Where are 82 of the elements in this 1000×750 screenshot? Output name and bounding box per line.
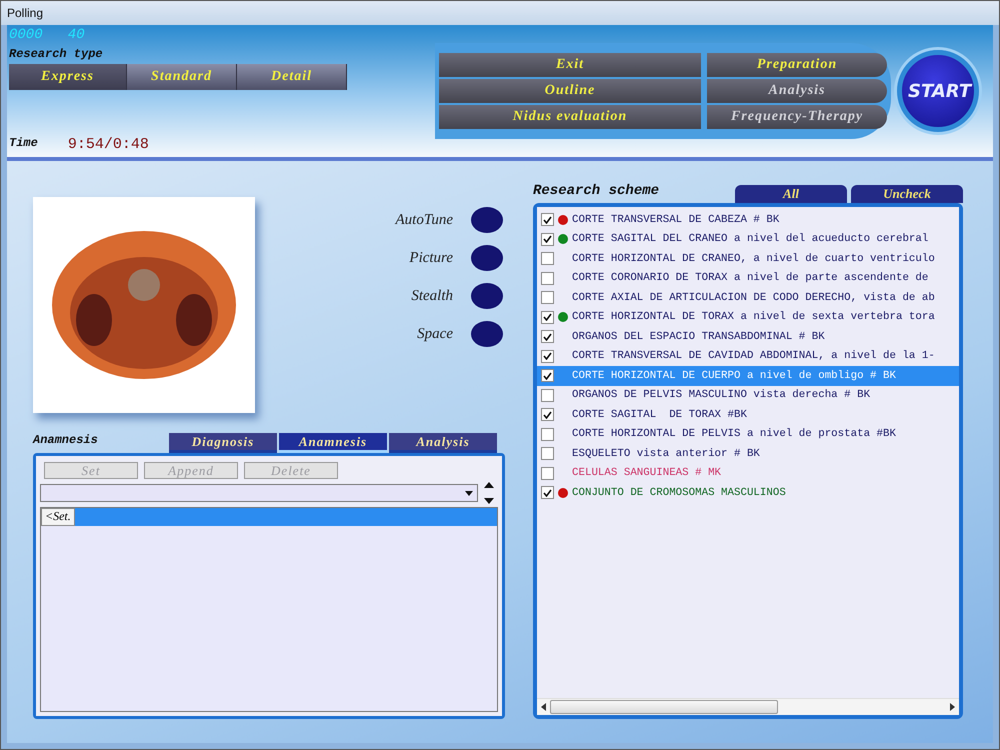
scheme-list-item[interactable]: CORTE TRANSVERSAL DE CAVIDAD ABDOMINAL, a nivel de la 1- bbox=[537, 346, 959, 366]
tab[interactable]: All bbox=[735, 185, 847, 203]
checkbox[interactable] bbox=[541, 252, 554, 266]
item-text: CORTE TRANSVERSAL DE CABEZA # BK bbox=[572, 214, 780, 226]
menu-button[interactable]: Outline bbox=[439, 79, 701, 103]
anamnesis-label: Anamnesis bbox=[33, 433, 98, 447]
checkbox[interactable] bbox=[541, 428, 554, 441]
toggle-button[interactable] bbox=[471, 283, 503, 309]
item-text: CORTE SAGITAL DEL CRANEO a nivel del acueducto cerebral bbox=[572, 233, 928, 246]
checkbox[interactable] bbox=[541, 388, 554, 402]
checkbox[interactable] bbox=[541, 350, 554, 363]
up-arrow-icon[interactable] bbox=[484, 482, 494, 488]
research-type-label: Research type bbox=[9, 47, 103, 61]
scheme-list-item[interactable]: CORTE HORIZONTAL DE CRANEO, a nivel de cuarto ventriculo bbox=[537, 249, 959, 268]
toggle-label: Space bbox=[417, 326, 453, 342]
scheme-list-item[interactable]: CORTE TRANSVERSAL DE CABEZA # BK bbox=[537, 210, 959, 230]
checkbox[interactable] bbox=[541, 447, 554, 460]
list-item[interactable]: <Set. bbox=[41, 508, 497, 526]
scheme-list-item[interactable]: CORTE SAGITAL DE TORAX #BK bbox=[537, 405, 959, 424]
down-arrow-icon[interactable] bbox=[484, 498, 494, 504]
item-text: CELULAS SANGUINEAS # MK bbox=[572, 467, 722, 480]
item-text: ESQUELETO vista anterior # BK bbox=[572, 448, 760, 460]
toggle-button[interactable] bbox=[471, 245, 503, 271]
research-type-button[interactable]: Express bbox=[9, 64, 127, 90]
item-label: <Set. bbox=[41, 508, 75, 526]
checkbox[interactable] bbox=[541, 213, 554, 226]
checkbox[interactable] bbox=[541, 330, 554, 344]
menu-button[interactable]: Exit bbox=[439, 53, 701, 77]
scheme-list-item[interactable]: CONJUNTO DE CROMOSOMAS MASCULINOS bbox=[537, 483, 959, 502]
time-value: 9:54/0:48 bbox=[68, 136, 149, 153]
checkbox[interactable] bbox=[541, 408, 554, 422]
research-scheme-title: Research scheme bbox=[533, 183, 660, 199]
research-type-button[interactable]: Detail bbox=[237, 64, 347, 90]
tab[interactable]: Diagnosis bbox=[169, 433, 277, 453]
checkbox[interactable] bbox=[541, 466, 554, 480]
item-text: CORTE TRANSVERSAL DE CAVIDAD ABDOMINAL, a nivel de la 1- bbox=[572, 350, 935, 362]
item-text: ORGANOS DEL ESPACIO TRANSABDOMINAL # BK bbox=[572, 330, 825, 343]
scheme-list-item[interactable]: ORGANOS DEL ESPACIO TRANSABDOMINAL # BK bbox=[537, 327, 959, 346]
scheme-list-item[interactable]: ORGANOS DE PELVIS MASCULINO vista derecha # BK bbox=[537, 386, 959, 405]
tab[interactable]: Uncheck bbox=[851, 185, 963, 203]
item-text: CORTE AXIAL DE ARTICULACION DE CODO DERECHO, vista de ab bbox=[572, 292, 935, 304]
item-text: ORGANOS DE PELVIS MASCULINO vista derecha # BK bbox=[572, 389, 870, 402]
item-text: CORTE HORIZONTAL DE TORAX a nivel de sexta vertebra tora bbox=[572, 311, 935, 324]
checkbox[interactable] bbox=[541, 486, 554, 500]
window-title: Polling bbox=[7, 6, 44, 20]
checkbox[interactable] bbox=[541, 369, 554, 382]
left-arrow-icon[interactable] bbox=[541, 703, 546, 711]
right-arrow-icon[interactable] bbox=[950, 703, 955, 711]
toggle-button[interactable] bbox=[471, 321, 503, 347]
toggle-label: Picture bbox=[409, 250, 453, 266]
checkbox[interactable] bbox=[541, 310, 554, 324]
scrollbar-thumb[interactable] bbox=[550, 700, 778, 714]
item-text: CORTE HORIZONTAL DE PELVIS a nivel de prostata #BK bbox=[572, 428, 896, 440]
item-text: CORTE HORIZONTAL DE CUERPO a nivel de ombligo # BK bbox=[572, 370, 896, 382]
item-text: CORTE HORIZONTAL DE CRANEO, a nivel de cuarto ventriculo bbox=[572, 252, 935, 265]
time-label: Time bbox=[9, 136, 38, 150]
toggle-button[interactable] bbox=[471, 207, 503, 233]
tab[interactable]: Anamnesis bbox=[279, 433, 387, 453]
scheme-list-item[interactable]: CORTE HORIZONTAL DE PELVIS a nivel de prostata #BK bbox=[537, 424, 959, 444]
scheme-list-item[interactable]: CELULAS SANGUINEAS # MK bbox=[537, 464, 959, 483]
scheme-list-item[interactable]: CORTE HORIZONTAL DE TORAX a nivel de sexta vertebra tora bbox=[537, 308, 959, 327]
checkbox[interactable] bbox=[541, 272, 554, 285]
checkbox[interactable] bbox=[541, 291, 554, 304]
tab[interactable]: Analysis bbox=[389, 433, 497, 453]
menu-button[interactable]: Nidus evaluation bbox=[439, 105, 701, 129]
checkbox[interactable] bbox=[541, 232, 554, 246]
item-text: CORTE CORONARIO DE TORAX a nivel de parte ascendente de bbox=[572, 272, 928, 284]
scheme-list-item[interactable]: CORTE AXIAL DE ARTICULACION DE CODO DERECHO, vista de ab bbox=[537, 288, 959, 308]
toggle-label: AutoTune bbox=[395, 212, 453, 228]
start-button[interactable]: START bbox=[897, 50, 979, 132]
counter-display: 0000 40 bbox=[9, 27, 85, 43]
item-text: CONJUNTO DE CROMOSOMAS MASCULINOS bbox=[572, 486, 786, 499]
scheme-list-item[interactable]: CORTE SAGITAL DEL CRANEO a nivel del acueducto cerebral bbox=[537, 230, 959, 249]
dropdown-field[interactable] bbox=[40, 484, 478, 502]
item-text: CORTE SAGITAL DE TORAX #BK bbox=[572, 408, 747, 421]
caret-icon bbox=[465, 490, 473, 496]
scheme-list-item[interactable]: ESQUELETO vista anterior # BK bbox=[537, 444, 959, 464]
toggle-label: Stealth bbox=[411, 288, 453, 304]
research-type-button[interactable]: Standard bbox=[127, 64, 237, 90]
horizontal-scrollbar[interactable] bbox=[537, 698, 959, 715]
scheme-list-item[interactable]: CORTE CORONARIO DE TORAX a nivel de parte ascendente de bbox=[537, 268, 959, 288]
menu-button[interactable]: Preparation bbox=[707, 53, 887, 77]
